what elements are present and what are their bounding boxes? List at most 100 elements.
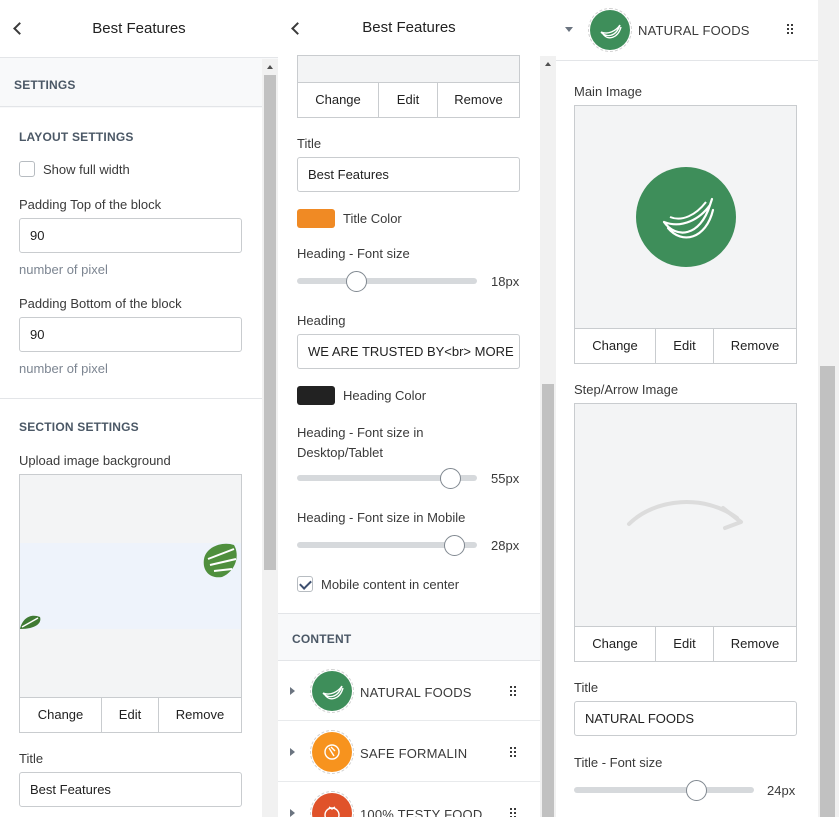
settings-section-header[interactable]: SETTINGS	[0, 59, 262, 107]
block-item-panel: NATURAL FOODS Main Image Change Edit Rem…	[556, 0, 839, 817]
section-settings-heading: SECTION SETTINGS	[19, 420, 139, 434]
title-font-size-slider[interactable]	[574, 787, 754, 793]
title-label: Title	[19, 751, 44, 766]
panel-header: Best Features	[278, 0, 540, 56]
list-item[interactable]: SAFE FORMALIN	[278, 722, 540, 782]
banana-icon	[636, 167, 736, 267]
content-heading: CONTENT	[292, 632, 352, 646]
heading-mobile-size-slider-thumb[interactable]	[443, 535, 465, 556]
scrollbar[interactable]	[540, 56, 556, 817]
layout-settings-group: LAYOUT SETTINGS Show full width Padding …	[0, 108, 262, 398]
drag-handle-icon[interactable]	[510, 686, 518, 698]
step-image-preview[interactable]	[574, 403, 797, 627]
banana-icon	[588, 8, 632, 52]
title-input[interactable]: Best Features	[19, 772, 242, 807]
scrollbar[interactable]	[262, 59, 278, 817]
show-full-width-checkbox[interactable]	[19, 161, 35, 177]
remove-button[interactable]: Remove	[159, 698, 241, 732]
heading-color-label: Heading Color	[343, 388, 427, 403]
scrollbar-thumb[interactable]	[542, 384, 554, 817]
edit-button[interactable]: Edit	[379, 83, 438, 117]
scroll-up-icon[interactable]	[267, 65, 273, 69]
title-input[interactable]: NATURAL FOODS	[574, 701, 797, 736]
caret-right-icon[interactable]	[290, 687, 295, 695]
leaf-icon	[20, 615, 41, 629]
edit-button[interactable]: Edit	[102, 698, 159, 732]
padding-top-label: Padding Top of the block	[19, 197, 162, 212]
settings-panel-left: Best Features SETTINGS LAYOUT SETTINGS S…	[0, 0, 278, 817]
padding-bottom-help: number of pixel	[19, 361, 108, 376]
panel-title: Best Features	[362, 19, 456, 36]
remove-button[interactable]: Remove	[714, 627, 796, 661]
change-button[interactable]: Change	[20, 698, 102, 732]
title-font-size-value: 24px	[767, 783, 796, 798]
heading-mobile-size-label: Heading - Font size in Mobile	[297, 510, 466, 525]
edit-button[interactable]: Edit	[656, 329, 714, 363]
step-image-actions: Change Edit Remove	[574, 626, 797, 662]
scrollbar-thumb[interactable]	[264, 75, 276, 570]
scrollbar-thumb[interactable]	[820, 366, 835, 817]
title-font-size-slider-thumb[interactable]	[686, 780, 708, 801]
heading-desktop-size-label: Heading - Font size in Desktop/Tablet	[297, 425, 424, 460]
list-item[interactable]: 100% TESTY FOOD	[278, 783, 540, 817]
title-color-swatch[interactable]	[297, 209, 335, 228]
settings-panel-middle: Best Features Change Edit Remove Title B…	[278, 0, 556, 817]
image-preview[interactable]	[297, 55, 520, 83]
leaf-icon	[203, 543, 237, 578]
change-button[interactable]: Change	[575, 329, 656, 363]
banana-icon	[310, 669, 354, 713]
section-settings-group: SECTION SETTINGS Upload image background…	[0, 398, 262, 817]
panel-header: Best Features	[0, 0, 278, 58]
caret-right-icon[interactable]	[290, 748, 295, 756]
content-section-header[interactable]: CONTENT	[278, 613, 540, 661]
list-item-label: SAFE FORMALIN	[360, 746, 468, 761]
heading-font-size-slider-thumb[interactable]	[346, 271, 368, 292]
arrow-icon	[627, 500, 743, 530]
change-button[interactable]: Change	[575, 627, 656, 661]
panel-title: Best Features	[92, 20, 186, 37]
chevron-down-icon[interactable]	[565, 27, 573, 32]
remove-button[interactable]: Remove	[714, 329, 796, 363]
main-image-actions: Change Edit Remove	[574, 328, 797, 364]
edit-button[interactable]: Edit	[656, 627, 714, 661]
heading-input[interactable]: WE ARE TRUSTED BY<br> MORE	[297, 334, 520, 369]
drag-handle-icon[interactable]	[510, 808, 518, 817]
layout-settings-heading: LAYOUT SETTINGS	[19, 130, 134, 144]
block-item-header[interactable]: NATURAL FOODS	[556, 0, 818, 61]
heading-mobile-size-value: 28px	[491, 538, 520, 553]
drag-handle-icon[interactable]	[787, 24, 795, 36]
heading-desktop-size-value: 55px	[491, 471, 520, 486]
heading-font-size-value: 18px	[491, 274, 520, 289]
padding-top-help: number of pixel	[19, 262, 108, 277]
heading-desktop-size-slider-thumb[interactable]	[440, 468, 461, 489]
background-image-preview[interactable]	[19, 474, 242, 698]
padding-top-input[interactable]: 90	[19, 218, 242, 253]
upload-background-label: Upload image background	[19, 453, 171, 468]
tomato-icon	[310, 791, 354, 817]
show-full-width-label: Show full width	[43, 162, 130, 177]
list-item[interactable]: NATURAL FOODS	[278, 661, 540, 721]
mobile-center-label: Mobile content in center	[321, 577, 460, 592]
drag-handle-icon[interactable]	[510, 747, 518, 759]
main-image-preview[interactable]	[574, 105, 797, 329]
list-item-label: 100% TESTY FOOD	[360, 807, 483, 817]
title-color-label: Title Color	[343, 211, 402, 226]
mobile-center-checkbox[interactable]	[297, 576, 313, 592]
caret-right-icon[interactable]	[290, 809, 295, 817]
heading-font-size-slider[interactable]	[297, 278, 477, 284]
padding-bottom-label: Padding Bottom of the block	[19, 296, 182, 311]
remove-button[interactable]: Remove	[438, 83, 519, 117]
step-image-label: Step/Arrow Image	[574, 382, 679, 397]
title-input[interactable]: Best Features	[297, 157, 520, 192]
padding-bottom-input[interactable]: 90	[19, 317, 242, 352]
title-font-size-label: Title - Font size	[574, 755, 663, 770]
heading-color-swatch[interactable]	[297, 386, 335, 405]
change-button[interactable]: Change	[298, 83, 379, 117]
scrollbar[interactable]	[818, 0, 839, 817]
block-item-title: NATURAL FOODS	[638, 23, 750, 38]
image-actions: Change Edit Remove	[297, 82, 520, 118]
scroll-up-icon[interactable]	[545, 62, 551, 66]
list-item-label: NATURAL FOODS	[360, 685, 472, 700]
settings-heading: SETTINGS	[14, 78, 76, 92]
heading-label: Heading	[297, 313, 346, 328]
